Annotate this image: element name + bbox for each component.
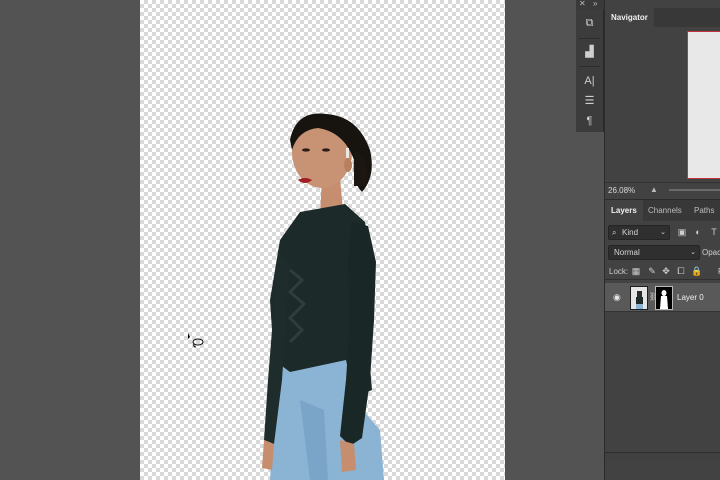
blend-mode-select[interactable]: Normal ⌄	[608, 245, 700, 260]
lasso-cursor-icon	[188, 333, 204, 348]
image-filter-icon[interactable]: ▣	[677, 227, 687, 237]
close-panel-icon[interactable]: ✕	[579, 0, 586, 8]
layer-thumbnail[interactable]	[630, 286, 648, 310]
document-canvas[interactable]	[140, 0, 505, 480]
navigator-zoom-row: 26.08% ▲	[605, 182, 720, 199]
zoom-level[interactable]: 26.08%	[608, 186, 635, 195]
layer-thumbnail-image	[636, 291, 643, 309]
paragraph-icon[interactable]: ¶	[581, 112, 598, 129]
layer-name[interactable]: Layer 0	[677, 293, 704, 302]
adjustment-filter-icon[interactable]: ◐	[693, 227, 703, 237]
panel-icon-strip: ⧉ ▟ A| ☰ ¶	[576, 10, 604, 132]
chevron-down-icon: ⌄	[690, 249, 696, 256]
blend-mode-value: Normal	[614, 248, 640, 257]
eye-icon[interactable]: ◉	[613, 292, 623, 302]
navigator-thumbnail[interactable]	[687, 31, 720, 179]
lock-all-icon[interactable]: 🔒	[691, 266, 702, 276]
zoom-out-icon[interactable]: ▲	[650, 185, 658, 194]
search-icon: ⌕	[612, 228, 617, 237]
lock-transparency-icon[interactable]: ▦	[631, 266, 641, 276]
histogram-icon[interactable]: ▟	[581, 43, 598, 60]
subject-image	[262, 113, 384, 480]
lock-artboard-icon[interactable]: ⧠	[676, 266, 686, 276]
navigator-tabbar: Navigator	[605, 8, 720, 27]
panel-footer	[605, 452, 720, 461]
lock-paint-icon[interactable]: ✎	[647, 266, 657, 276]
layer-filter-row: ⌕ Kind ⌄ ▣ ◐ T	[605, 222, 720, 242]
adjustments-icon[interactable]: ☰	[581, 92, 598, 109]
lock-label: Lock:	[609, 267, 629, 276]
zoom-slider[interactable]	[669, 189, 720, 191]
strip-divider	[579, 66, 600, 67]
history-icon[interactable]: ⧉	[581, 15, 598, 32]
filter-kind-label: Kind	[622, 228, 639, 237]
lock-position-icon[interactable]: ✥	[661, 266, 671, 276]
strip-header: ✕ »	[576, 0, 604, 10]
character-icon[interactable]: A|	[581, 72, 598, 89]
chevron-down-icon: ⌄	[660, 229, 666, 236]
opacity-label: Opaci	[702, 248, 720, 257]
tab-layers[interactable]: Layers	[605, 200, 643, 221]
collapse-panel-icon[interactable]: »	[593, 0, 597, 8]
blend-row: Normal ⌄ Opaci	[605, 243, 720, 261]
lock-row: Lock: ▦ ✎ ✥ ⧠ 🔒 F	[605, 263, 720, 280]
layer-mask-thumbnail[interactable]	[655, 286, 673, 310]
tab-navigator[interactable]: Navigator	[605, 8, 654, 27]
tab-channels[interactable]: Channels	[648, 200, 682, 221]
document-workspace[interactable]	[0, 0, 576, 480]
strip-divider	[579, 38, 600, 39]
type-filter-icon[interactable]: T	[709, 227, 719, 237]
panel-dock: Navigator 26.08% ▲ Layers Channels Paths…	[604, 0, 720, 480]
filter-kind-select[interactable]: ⌕ Kind ⌄	[608, 225, 670, 240]
layers-tabbar: Layers Channels Paths	[605, 199, 720, 221]
tab-paths[interactable]: Paths	[694, 200, 714, 221]
layer-row[interactable]: ◉ ⛓ Layer 0	[605, 283, 720, 312]
layer-mask-image	[660, 290, 668, 309]
